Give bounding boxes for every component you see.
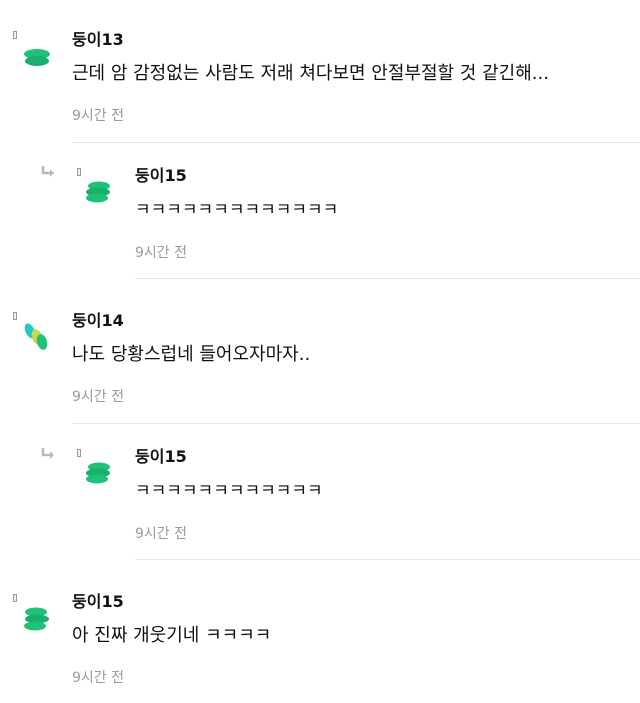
green-disc-stack-icon[interactable] (22, 43, 52, 73)
comment-time: 9시간 전 (72, 670, 124, 686)
multicolor-ovals-icon[interactable] (22, 322, 52, 352)
green-disc-stack-icon[interactable] (84, 177, 114, 207)
comment-text: 나도 당황스럽네 들어오자마자.. (72, 344, 311, 365)
comment-divider (135, 278, 640, 279)
profile-badge-icon (13, 312, 17, 320)
green-disc-stack-icon[interactable] (22, 604, 52, 634)
profile-badge-icon (13, 31, 17, 39)
comment-text: 아 진짜 개웃기네 ㅋㅋㅋㅋ (72, 625, 272, 646)
profile-badge-icon (77, 168, 81, 176)
comment-divider (72, 142, 640, 143)
comment-time: 9시간 전 (72, 108, 124, 124)
reply-arrow-icon (41, 166, 54, 177)
reply-nickname[interactable]: 둥이15 (135, 447, 187, 467)
comment-divider (135, 559, 640, 560)
reply-nickname[interactable]: 둥이15 (135, 166, 187, 186)
profile-badge-icon (77, 449, 81, 457)
reply-time: 9시간 전 (135, 245, 187, 261)
comment-nickname[interactable]: 둥이15 (72, 592, 124, 612)
profile-badge-icon (13, 594, 17, 602)
comment-divider (72, 423, 640, 424)
comment-time: 9시간 전 (72, 389, 124, 405)
comment-nickname[interactable]: 둥이14 (72, 311, 124, 331)
reply-text: ㅋㅋㅋㅋㅋㅋㅋㅋㅋㅋㅋㅋㅋ (135, 200, 339, 220)
comment-text: 근데 암 감정없는 사람도 저래 쳐다보면 안절부절할 것 같긴해... (72, 63, 549, 84)
reply-arrow-icon (41, 448, 54, 459)
green-disc-stack-icon[interactable] (84, 458, 114, 488)
reply-text: ㅋㅋㅋㅋㅋㅋㅋㅋㅋㅋㅋㅋ (135, 481, 323, 501)
comment-nickname[interactable]: 둥이13 (72, 30, 124, 50)
reply-time: 9시간 전 (135, 526, 187, 542)
